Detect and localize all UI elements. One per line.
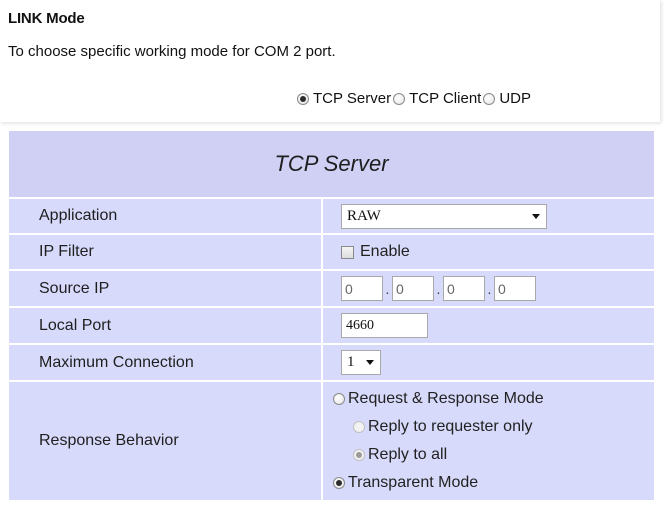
application-select[interactable]: RAW (341, 203, 547, 229)
radio-reply-requester[interactable] (353, 421, 365, 433)
max-connection-value: 1 (347, 354, 355, 370)
ip-separator: . (487, 280, 492, 297)
chevron-down-icon (532, 213, 540, 219)
chevron-down-icon (366, 360, 374, 365)
reply-requester-label: Reply to requester only (368, 418, 533, 435)
ip-filter-enable-checkbox[interactable] (341, 245, 354, 259)
source-ip-octet-4[interactable]: 0 (494, 276, 536, 301)
ip-filter-enable-label: Enable (360, 243, 410, 260)
mode-label-tcp-server: TCP Server (313, 90, 392, 107)
max-connection-label: Maximum Connection (9, 345, 323, 380)
option-reply-requester[interactable]: Reply to requester only (333, 413, 654, 441)
option-transparent[interactable]: Transparent Mode (333, 469, 654, 497)
ip-filter-label: IP Filter (9, 235, 323, 269)
row-max-connection: Maximum Connection 1 (9, 345, 654, 382)
tcp-server-settings-table: TCP Server Application RAW IP Filter Ena… (9, 131, 654, 502)
table-title: TCP Server (9, 131, 654, 199)
source-ip-label: Source IP (9, 271, 323, 306)
radio-transparent[interactable] (333, 477, 345, 489)
radio-udp[interactable] (483, 92, 496, 105)
row-ip-filter: IP Filter Enable (9, 235, 654, 271)
row-source-ip: Source IP 0 . 0 . 0 . 0 (9, 271, 654, 308)
radio-reply-all[interactable] (353, 449, 365, 461)
mode-radio-group: TCP Server TCP Client UDP (297, 90, 533, 107)
ip-separator: . (385, 280, 390, 297)
option-reply-all[interactable]: Reply to all (333, 441, 654, 469)
row-application: Application RAW (9, 199, 654, 235)
response-behavior-label: Response Behavior (9, 382, 323, 500)
source-ip-group: 0 . 0 . 0 . 0 (341, 276, 536, 301)
link-mode-title: LINK Mode (8, 10, 85, 27)
request-response-label: Request & Response Mode (348, 390, 544, 407)
max-connection-select[interactable]: 1 (341, 350, 381, 375)
application-label: Application (9, 199, 323, 233)
local-port-label: Local Port (9, 308, 323, 343)
mode-label-tcp-client: TCP Client (409, 90, 482, 107)
source-ip-octet-2[interactable]: 0 (392, 276, 434, 301)
source-ip-octet-1[interactable]: 0 (341, 276, 383, 301)
mode-option-tcp-server[interactable]: TCP Server (297, 90, 391, 107)
local-port-input[interactable]: 4660 (341, 313, 428, 338)
transparent-label: Transparent Mode (348, 474, 479, 491)
link-mode-page: LINK Mode To choose specific working mod… (0, 0, 668, 516)
row-response-behavior: Response Behavior Request & Response Mod… (9, 382, 654, 502)
mode-label-udp: UDP (499, 90, 531, 107)
mode-option-udp[interactable]: UDP (483, 90, 531, 107)
ip-separator: . (436, 280, 441, 297)
reply-all-label: Reply to all (368, 446, 448, 463)
application-value: RAW (347, 207, 381, 224)
radio-request-response[interactable] (333, 393, 345, 405)
mode-option-tcp-client[interactable]: TCP Client (393, 90, 481, 107)
source-ip-octet-3[interactable]: 0 (443, 276, 485, 301)
option-request-response[interactable]: Request & Response Mode (333, 385, 654, 413)
link-mode-description: To choose specific working mode for COM … (8, 43, 336, 60)
radio-tcp-server[interactable] (297, 92, 309, 105)
radio-tcp-client[interactable] (393, 92, 406, 105)
link-mode-panel: LINK Mode To choose specific working mod… (0, 0, 660, 122)
row-local-port: Local Port 4660 (9, 308, 654, 345)
